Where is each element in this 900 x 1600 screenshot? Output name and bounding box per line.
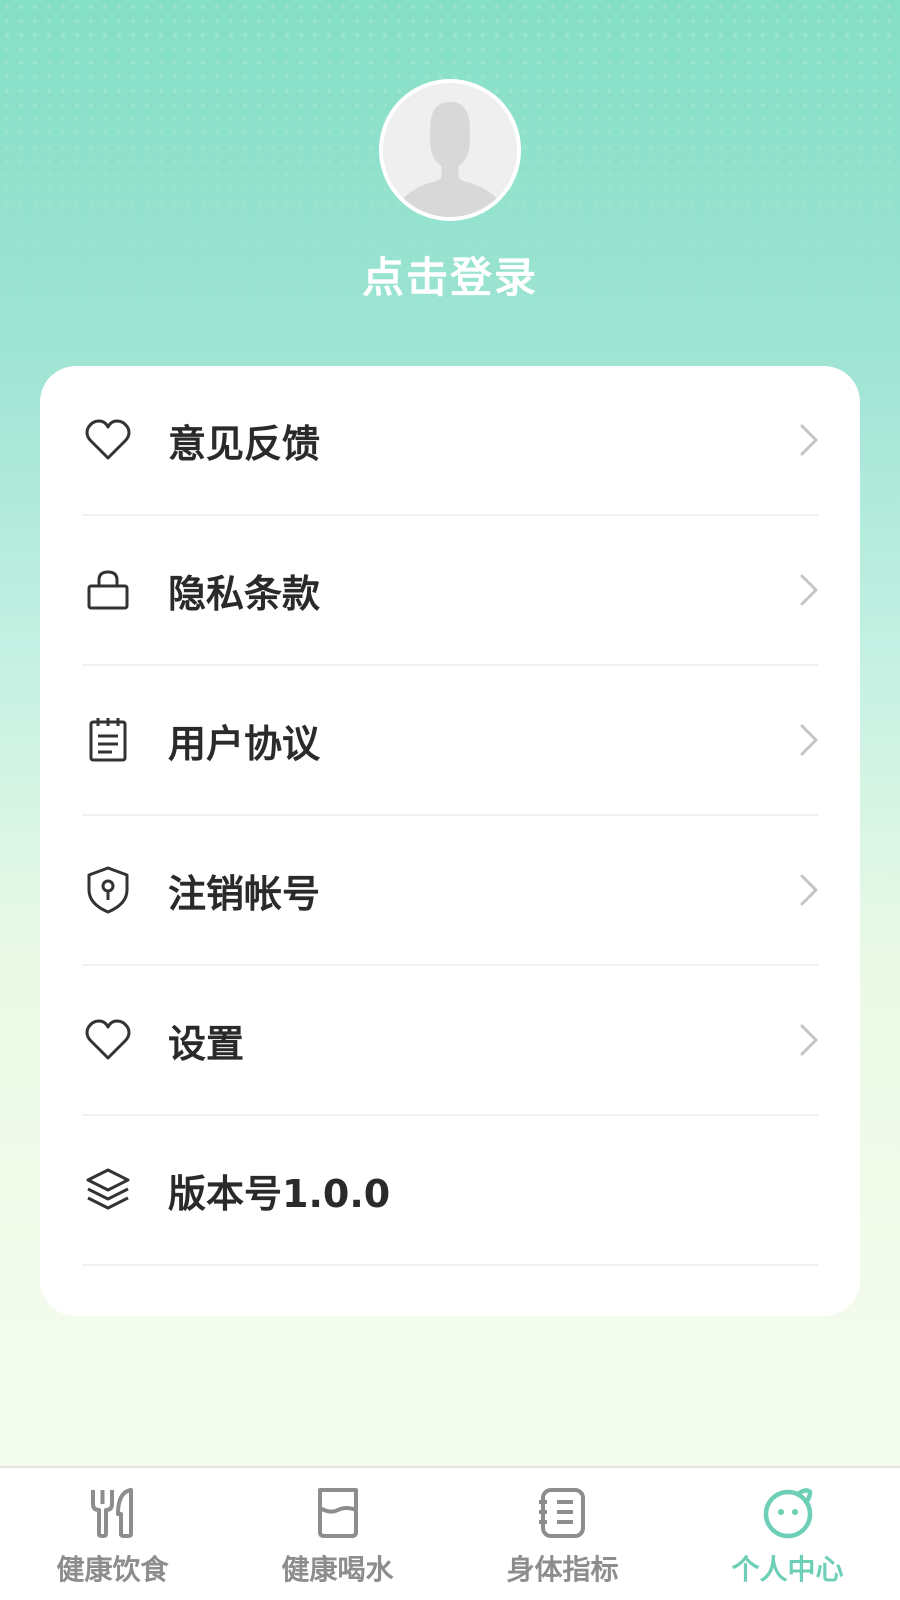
menu-item-privacy[interactable]: 隐私条款 <box>82 516 818 666</box>
layers-icon <box>82 1164 134 1216</box>
tab-label: 健康饮食 <box>56 1553 169 1586</box>
chevron-right-icon <box>800 424 818 456</box>
settings-card: 意见反馈 隐私条款 用户协议 注销帐号 设置 版本号1.0.0 <box>40 366 860 1316</box>
tab-label: 健康喝水 <box>281 1553 394 1586</box>
fork-knife-icon <box>90 1488 133 1538</box>
chevron-right-icon <box>800 574 818 606</box>
lock-icon <box>82 564 134 616</box>
chevron-right-icon <box>800 874 818 906</box>
water-glass-icon <box>317 1488 358 1538</box>
menu-item-label: 隐私条款 <box>168 571 321 616</box>
menu-item-label: 设置 <box>168 1021 245 1066</box>
heart-icon <box>82 414 134 466</box>
menu-item-version: 版本号1.0.0 <box>82 1116 818 1266</box>
version-label: 版本号1.0.0 <box>168 1171 391 1216</box>
menu-item-label: 意见反馈 <box>168 421 321 466</box>
avatar[interactable] <box>379 79 521 221</box>
tab-healthy-water[interactable]: 健康喝水 <box>225 1468 450 1600</box>
menu-item-label: 用户协议 <box>168 721 321 766</box>
menu-item-settings[interactable]: 设置 <box>82 966 818 1116</box>
chevron-right-icon <box>800 724 818 756</box>
tab-personal-center[interactable]: 个人中心 <box>675 1468 900 1600</box>
menu-item-feedback[interactable]: 意见反馈 <box>82 366 818 516</box>
menu-item-user-agreement[interactable]: 用户协议 <box>82 666 818 816</box>
menu-item-delete-account[interactable]: 注销帐号 <box>82 816 818 966</box>
shield-icon <box>82 864 134 916</box>
face-icon <box>763 1488 812 1539</box>
default-user-icon <box>383 83 517 217</box>
chevron-right-icon <box>800 1024 818 1056</box>
heart-icon <box>82 1014 134 1066</box>
tab-label: 身体指标 <box>506 1553 619 1586</box>
bottom-tab-bar: 健康饮食 健康喝水 身体指标 个人中心 <box>0 1466 900 1600</box>
menu-item-label: 注销帐号 <box>168 871 321 916</box>
tab-healthy-diet[interactable]: 健康饮食 <box>0 1468 225 1600</box>
login-prompt[interactable]: 点击登录 <box>0 244 900 305</box>
notebook-icon <box>538 1488 585 1538</box>
document-icon <box>82 714 134 766</box>
tab-body-metrics[interactable]: 身体指标 <box>450 1468 675 1600</box>
tab-label: 个人中心 <box>731 1553 844 1586</box>
